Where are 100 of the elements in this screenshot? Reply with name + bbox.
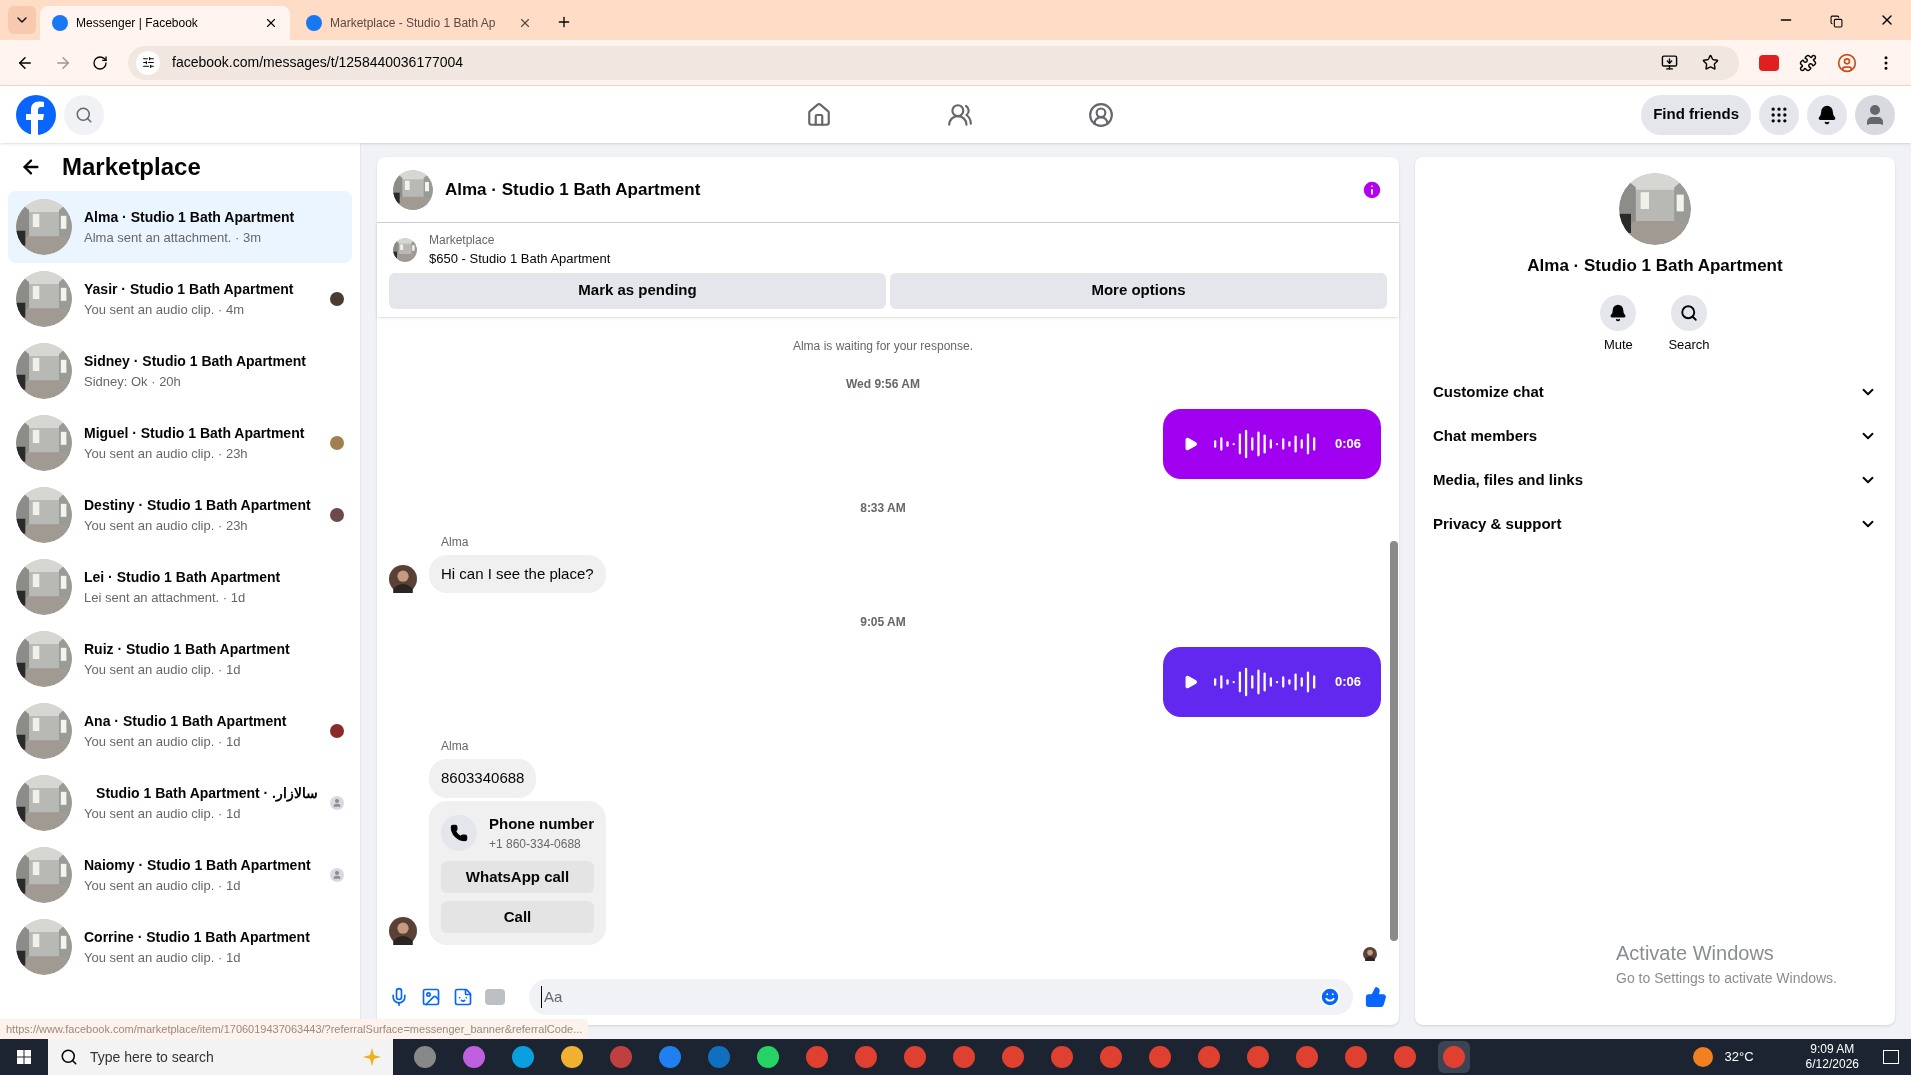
conversation-item[interactable]: Ruiz · Studio 1 Bath Apartment You sent an audio clip. · 1d (8, 623, 352, 695)
chat-notice: Alma is waiting for your response. (792, 337, 974, 355)
listing-label: Marketplace (429, 232, 496, 249)
address-bar[interactable]: facebook.com/messages/t/1258440036177004 (128, 45, 1739, 80)
screen-icon[interactable] (1759, 54, 1779, 71)
phone-icon (441, 814, 477, 851)
find-friends-button[interactable]: Find friends (1641, 94, 1751, 135)
timestamp: Wed 9:56 AM (846, 375, 920, 393)
tab-title: Messenger | Facebook (76, 15, 199, 32)
play-icon[interactable] (1183, 435, 1199, 452)
browser-tab[interactable]: Marketplace - Studio 1 Bath Ap (294, 6, 544, 40)
status-url: https://www.facebook.com/marketplace/item/1706019437063443/?referralSurface=messenger_banner&referralCode... (0, 1018, 589, 1039)
emoji-icon[interactable] (1319, 986, 1341, 1008)
photo-icon[interactable] (421, 987, 441, 1007)
conversation-preview: You sent an audio clip. · 4m (84, 300, 245, 319)
details-section[interactable]: Media, files and links (1431, 458, 1879, 502)
search-icon (1680, 303, 1698, 322)
restore-icon[interactable] (1830, 15, 1843, 28)
extensions-icon[interactable] (1799, 53, 1817, 72)
activation-subtitle: Go to Settings to activate Windows. (1616, 969, 1838, 988)
conversation-name: Ruiz · Studio 1 Bath Apartment (84, 639, 291, 659)
sender-name: Alma (441, 533, 470, 551)
conversation-item[interactable]: Miguel · Studio 1 Bath Apartment You sent an audio clip. · 23h (8, 407, 352, 479)
microphone-icon[interactable] (389, 987, 409, 1007)
chat-title: Alma · Studio 1 Bath Apartment (445, 178, 702, 201)
conversation-item[interactable]: Ana · Studio 1 Bath Apartment You sent an audio clip. · 1d (8, 695, 352, 767)
tab-list-icon[interactable] (8, 6, 36, 34)
sender-name: Alma (441, 738, 470, 755)
avatar (1363, 947, 1377, 961)
details-section[interactable]: Chat members (1431, 414, 1879, 458)
conversation-preview: You sent an audio clip. · 23h (84, 516, 249, 535)
app-icon[interactable] (1438, 1041, 1470, 1073)
home-icon[interactable] (806, 101, 832, 128)
activation-title: Activate Windows (1616, 941, 1775, 966)
sticker-icon[interactable] (453, 987, 473, 1007)
conversation-name: Corrine · Studio 1 Bath Apartment (84, 927, 311, 947)
new-tab-icon[interactable] (556, 14, 572, 30)
conversation-name: Naiomy · Studio 1 Bath Apartment (84, 855, 312, 875)
timestamp: 8:33 AM (860, 499, 906, 517)
conversation-item[interactable]: Sidney · Studio 1 Bath Apartment Sidney: Ok · 20h (8, 335, 352, 407)
details-section[interactable]: Privacy & support (1431, 502, 1879, 546)
call-button[interactable]: WhatsApp call (441, 861, 594, 893)
notifications-button[interactable] (1807, 94, 1847, 135)
site-info-icon[interactable] (136, 50, 160, 75)
close-icon[interactable] (518, 16, 532, 30)
message-field[interactable]: Aa (529, 979, 1353, 1015)
card-title: Phone number (489, 813, 594, 834)
bell-icon (1609, 303, 1628, 322)
conversation-item[interactable]: Destiny · Studio 1 Bath Apartment You sent an audio clip. · 23h (8, 479, 352, 551)
call-button[interactable]: Call (441, 901, 594, 933)
clock-date: 6/12/2026 (1805, 1057, 1859, 1072)
groups-icon[interactable] (1088, 101, 1114, 128)
conversation-name: Miguel · Studio 1 Bath Apartment (84, 423, 306, 443)
facebook-icon (52, 15, 68, 31)
conversation-item[interactable]: Alma · Studio 1 Bath Apartment Alma sent an attachment. · 3m (8, 191, 352, 263)
notification-icon[interactable] (1883, 1050, 1899, 1064)
search-button[interactable] (64, 94, 104, 135)
conversation-item[interactable]: Lei · Studio 1 Bath Apartment Lei sent an attachment. · 1d (8, 551, 352, 623)
tab-title: Marketplace - Studio 1 Bath Ap (330, 15, 497, 32)
info-icon[interactable] (1361, 178, 1383, 201)
profile-icon[interactable] (1837, 52, 1857, 73)
conversation-item[interactable]: Corrine · Studio 1 Bath Apartment You sent an audio clip. · 1d (8, 911, 352, 983)
conversation-preview: Alma sent an attachment. · 3m (84, 228, 263, 247)
avatar (389, 565, 417, 593)
menu-button[interactable] (1759, 94, 1799, 135)
conversation-name: Lei · Studio 1 Bath Apartment (84, 567, 282, 587)
browser-tab[interactable]: Messenger | Facebook (40, 6, 290, 40)
install-icon[interactable] (1661, 54, 1678, 71)
facebook-logo[interactable] (16, 94, 56, 135)
temperature: 32°C (1724, 1048, 1754, 1067)
listing-action-button[interactable]: More options (890, 272, 1387, 309)
bookmark-icon[interactable] (1702, 54, 1719, 71)
sidebar-title: Marketplace (62, 152, 201, 182)
conversation-name: Ana · Studio 1 Bath Apartment (84, 711, 288, 731)
conversation-name: Yasir · Studio 1 Bath Apartment (84, 279, 295, 299)
conversation-name: Destiny · Studio 1 Bath Apartment (84, 495, 312, 515)
conversation-preview: Sidney: Ok · 20h (84, 372, 182, 391)
details-name: Alma · Studio 1 Bath Apartment (1526, 255, 1784, 277)
listing-title[interactable]: $650 - Studio 1 Bath Apartment (429, 249, 611, 269)
facebook-icon (306, 15, 322, 31)
bell-icon (1817, 104, 1837, 125)
play-icon[interactable] (1183, 674, 1199, 690)
conversation-item[interactable]: Naiomy · Studio 1 Bath Apartment You sent an audio clip. · 1d (8, 839, 352, 911)
conversation-item[interactable]: Yasir · Studio 1 Bath Apartment You sent an audio clip. · 4m (8, 263, 352, 335)
close-icon[interactable] (264, 16, 278, 30)
friends-icon[interactable] (947, 101, 973, 128)
scrollbar-thumb[interactable] (1390, 541, 1398, 941)
clock-time: 9:09 AM (1810, 1042, 1855, 1057)
audio-message[interactable]: 0:06 (1163, 408, 1381, 479)
audio-duration: 0:06 (1334, 434, 1361, 453)
like-icon[interactable] (1365, 986, 1387, 1008)
taskbar-search[interactable]: Type here to search (48, 1039, 393, 1075)
conversation-preview: Lei sent an attachment. · 1d (84, 588, 247, 607)
message-input[interactable]: Aa (541, 985, 1319, 1009)
reload-icon[interactable] (92, 54, 108, 71)
account-button[interactable] (1855, 94, 1895, 135)
conversation-preview: You sent an audio clip. · 1d (84, 804, 242, 823)
details-section[interactable]: Customize chat (1431, 370, 1879, 414)
listing-action-button[interactable]: Mark as pending (389, 272, 886, 309)
audio-message[interactable]: 0:06 (1163, 647, 1381, 717)
